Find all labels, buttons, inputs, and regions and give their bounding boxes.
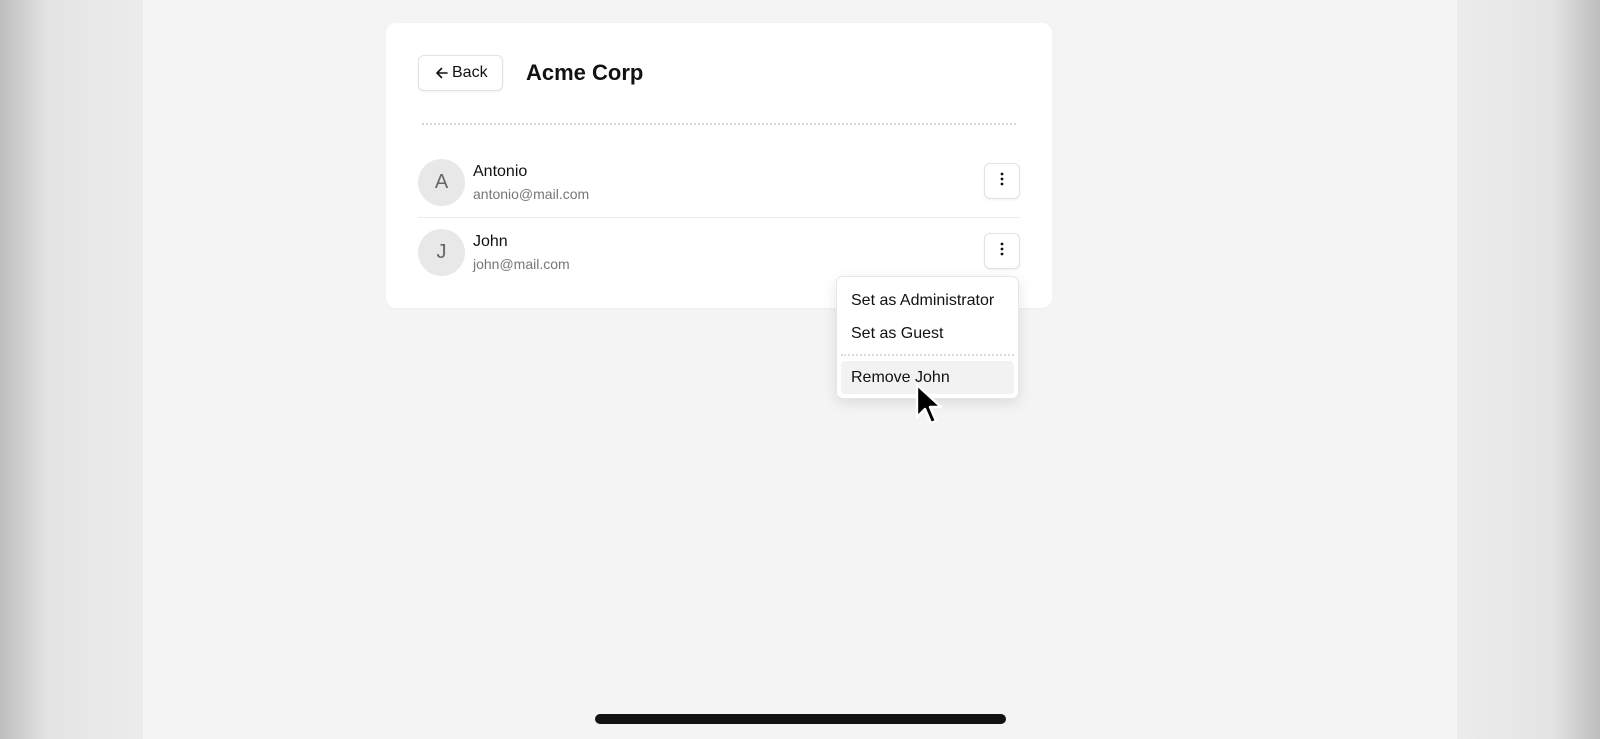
- kebab-vertical-icon: [1000, 242, 1004, 261]
- organization-card: Back Acme Corp A Antonio antonio@mail.co…: [386, 23, 1052, 308]
- arrow-left-icon: [435, 66, 449, 80]
- back-button[interactable]: Back: [418, 55, 503, 91]
- row-divider: [418, 217, 1020, 218]
- member-row: A Antonio antonio@mail.com: [418, 159, 1020, 207]
- menu-item-set-administrator[interactable]: Set as Administrator: [841, 284, 1014, 317]
- header-divider: [422, 123, 1016, 125]
- menu-divider: [841, 354, 1014, 356]
- member-row: J John john@mail.com: [418, 229, 1020, 277]
- member-name: Antonio: [473, 163, 528, 180]
- member-name: John: [473, 233, 508, 250]
- back-button-label: Back: [452, 64, 488, 81]
- app-stage: Back Acme Corp A Antonio antonio@mail.co…: [143, 0, 1457, 739]
- member-actions-button[interactable]: [984, 233, 1020, 269]
- member-actions-menu: Set as Administrator Set as Guest Remove…: [836, 276, 1019, 399]
- page-title: Acme Corp: [526, 60, 644, 85]
- member-actions-button[interactable]: [984, 163, 1020, 199]
- member-email: john@mail.com: [473, 256, 570, 272]
- menu-item-remove-member[interactable]: Remove John: [841, 361, 1014, 394]
- avatar: A: [418, 159, 465, 206]
- member-email: antonio@mail.com: [473, 186, 590, 202]
- home-indicator: [595, 714, 1006, 724]
- avatar: J: [418, 229, 465, 276]
- menu-item-set-guest[interactable]: Set as Guest: [841, 317, 1014, 350]
- kebab-vertical-icon: [1000, 172, 1004, 191]
